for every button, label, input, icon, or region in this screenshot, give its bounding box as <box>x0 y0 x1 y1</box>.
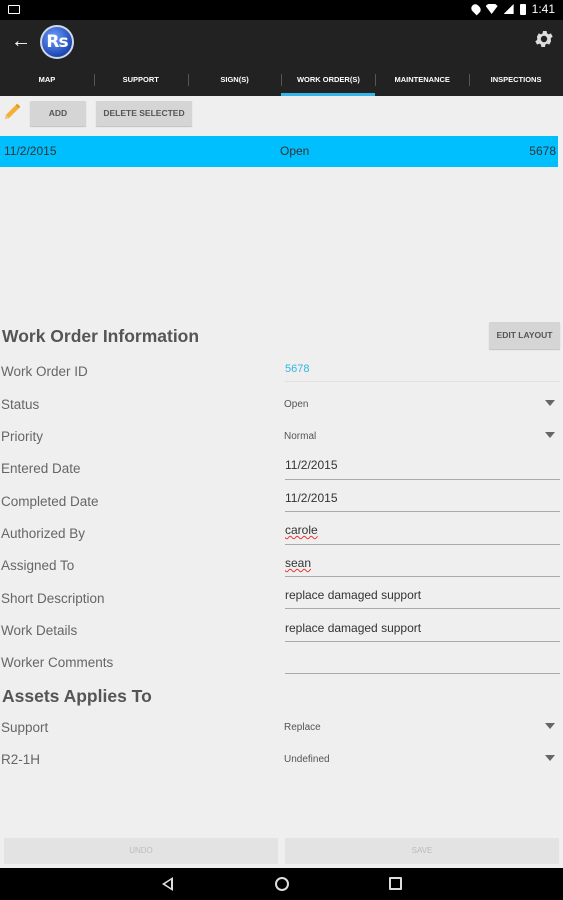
system-nav-bar <box>0 868 563 900</box>
assigned-to-label: Assigned To <box>1 558 75 573</box>
save-button[interactable]: SAVE <box>285 838 559 864</box>
delete-selected-button[interactable]: DELETE SELECTED <box>96 101 192 126</box>
nav-home-icon[interactable] <box>275 877 289 891</box>
entered-date-underline <box>285 479 560 480</box>
asset-select[interactable]: Replace <box>284 722 321 733</box>
entered-date-label: Entered Date <box>1 461 81 476</box>
priority-dropdown-arrow-icon[interactable] <box>545 432 555 438</box>
add-button[interactable]: ADD <box>30 101 86 126</box>
status-icons: 1:41 <box>469 2 555 16</box>
tab-inspections[interactable]: INSPECTIONS <box>469 65 563 96</box>
work-details-label: Work Details <box>1 623 78 638</box>
form-title: Work Order Information <box>2 326 200 346</box>
row-id: 5678 <box>529 144 556 158</box>
work-order-id-label: Work Order ID <box>1 364 88 379</box>
gear-icon[interactable] <box>533 28 555 50</box>
entered-date-field[interactable]: 11/2/2015 <box>285 458 338 472</box>
tab-bar: MAP SUPPORT SIGN(S) WORK ORDER(S) MAINTE… <box>0 65 563 96</box>
status-bar: 1:41 <box>0 0 563 20</box>
tab-work-orders[interactable]: WORK ORDER(S) <box>281 65 376 96</box>
asset-label: Support <box>1 720 49 735</box>
status-label: Status <box>1 397 40 412</box>
row-date: 11/2/2015 <box>4 144 57 158</box>
notification-icon <box>8 5 20 14</box>
toolbar: ADD DELETE SELECTED <box>0 97 563 129</box>
priority-select[interactable]: Normal <box>284 431 316 442</box>
worker-comments-label: Worker Comments <box>1 655 114 670</box>
nav-recents-icon[interactable] <box>389 877 402 890</box>
completed-date-label: Completed Date <box>1 494 99 509</box>
tab-map[interactable]: MAP <box>0 65 94 96</box>
undo-button[interactable]: UNDO <box>4 838 278 864</box>
assigned-to-underline <box>285 576 560 577</box>
wifi-icon <box>485 4 498 14</box>
authorized-by-field[interactable]: carole <box>285 523 318 537</box>
authorized-by-label: Authorized By <box>1 526 86 541</box>
tab-support[interactable]: SUPPORT <box>93 65 188 96</box>
tab-maintenance[interactable]: MAINTENANCE <box>375 65 469 96</box>
completed-date-underline <box>285 511 560 512</box>
assigned-to-field[interactable]: sean <box>285 556 311 570</box>
location-icon <box>469 2 483 16</box>
asset-dropdown-arrow-icon[interactable] <box>545 755 555 761</box>
status-dropdown-arrow-icon[interactable] <box>545 400 555 406</box>
priority-label: Priority <box>1 429 44 444</box>
tab-signs[interactable]: SIGN(S) <box>187 65 282 96</box>
battery-icon <box>519 3 526 15</box>
short-description-label: Short Description <box>1 591 105 606</box>
work-details-field[interactable]: replace damaged support <box>285 621 421 635</box>
row-status: Open <box>280 144 310 158</box>
short-description-field[interactable]: replace damaged support <box>285 588 421 602</box>
divider <box>285 381 560 382</box>
assets-title: Assets Applies To <box>2 686 152 706</box>
app-bar: ← Rs <box>0 20 563 65</box>
edit-layout-button[interactable]: EDIT LAYOUT <box>489 322 560 349</box>
authorized-by-underline <box>285 544 560 545</box>
cell-signal-icon <box>503 4 514 14</box>
list-item[interactable]: 11/2/2015 Open 5678 <box>0 136 558 167</box>
app-logo: Rs <box>40 25 74 59</box>
worker-comments-underline <box>285 673 560 674</box>
asset-label: R2-1H <box>1 752 41 767</box>
work-order-id-value: 5678 <box>285 363 310 375</box>
completed-date-field[interactable]: 11/2/2015 <box>285 491 338 505</box>
asset-dropdown-arrow-icon[interactable] <box>545 723 555 729</box>
short-description-underline <box>285 608 560 609</box>
status-select[interactable]: Open <box>284 399 308 410</box>
work-order-list: 11/2/2015 Open 5678 <box>0 134 563 314</box>
nav-back-icon[interactable] <box>162 877 173 891</box>
status-time: 1:41 <box>531 2 555 16</box>
pencil-icon[interactable] <box>2 100 24 122</box>
asset-select[interactable]: Undefined <box>284 754 330 765</box>
back-arrow-icon[interactable]: ← <box>10 30 32 52</box>
work-details-underline <box>285 641 560 642</box>
